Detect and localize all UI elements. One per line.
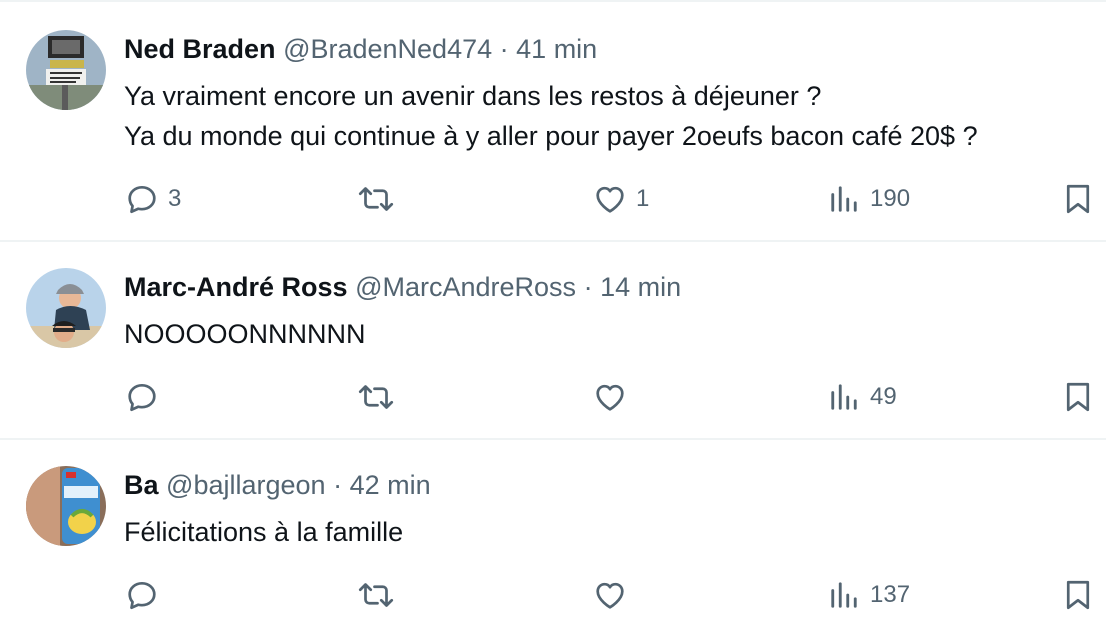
- tweet-text: NOOOOONNNNNN: [124, 314, 366, 354]
- tweet[interactable]: Ned Braden @BradenNed474 · 41 min Ya vra…: [0, 0, 1106, 240]
- tweet-text-line: NOOOOONNNNNN: [124, 319, 366, 349]
- separator-dot: ·: [499, 34, 509, 64]
- tweet-text-line: Ya du monde qui continue à y aller pour …: [124, 121, 978, 151]
- reply-button[interactable]: [124, 377, 168, 417]
- author-name[interactable]: Ba: [124, 470, 159, 500]
- action-bar: 3 1 190: [0, 179, 1106, 219]
- author-handle[interactable]: @bajllargeon: [166, 470, 326, 500]
- reply-count: 3: [168, 185, 182, 212]
- reply-button[interactable]: 3: [124, 179, 181, 219]
- bookmark-button[interactable]: [1060, 377, 1096, 417]
- author-handle[interactable]: @MarcAndreRoss: [355, 272, 576, 302]
- retweet-button[interactable]: [356, 377, 404, 417]
- separator-dot: ·: [333, 470, 343, 500]
- tweet-text: Ya vraiment encore un avenir dans les re…: [124, 76, 978, 156]
- avatar[interactable]: [26, 466, 106, 546]
- avatar-photo-image: [26, 466, 106, 546]
- reply-feed: Ned Braden @BradenNed474 · 41 min Ya vra…: [0, 0, 1106, 638]
- author-handle[interactable]: @BradenNed474: [283, 34, 492, 64]
- view-count: 190: [870, 185, 911, 212]
- separator-dot: ·: [583, 272, 593, 302]
- action-bar: 137: [0, 575, 1106, 615]
- tweet-header: Ba @bajllargeon · 42 min: [124, 468, 431, 502]
- author-name[interactable]: Marc-André Ross: [124, 272, 348, 302]
- tweet-header: Ned Braden @BradenNed474 · 41 min: [124, 32, 597, 66]
- bookmark-icon: [1066, 184, 1090, 214]
- bookmark-icon: [1066, 580, 1090, 610]
- heart-icon: [596, 186, 624, 213]
- tweet-text: Félicitations à la famille: [124, 512, 403, 552]
- like-count: 1: [636, 185, 650, 212]
- views-button[interactable]: 49: [826, 377, 897, 417]
- views-icon: [831, 384, 857, 410]
- avatar-sign-image: [26, 30, 106, 110]
- view-count: 137: [870, 581, 911, 608]
- bookmark-button[interactable]: [1060, 179, 1096, 219]
- tweet-text-line: Ya vraiment encore un avenir dans les re…: [124, 81, 822, 111]
- timestamp[interactable]: 14 min: [600, 272, 681, 302]
- view-count: 49: [870, 383, 897, 410]
- retweet-button[interactable]: [356, 575, 404, 615]
- tweet[interactable]: Ba @bajllargeon · 42 min Félicitations à…: [0, 438, 1106, 638]
- retweet-button[interactable]: [356, 179, 404, 219]
- retweet-icon: [358, 187, 394, 211]
- bookmark-icon: [1066, 382, 1090, 412]
- timestamp[interactable]: 42 min: [350, 470, 431, 500]
- views-button[interactable]: 190: [826, 179, 910, 219]
- avatar-photo-image: [26, 268, 106, 348]
- like-button[interactable]: [592, 377, 636, 417]
- author-name[interactable]: Ned Braden: [124, 34, 276, 64]
- reply-icon: [128, 383, 156, 412]
- action-bar: 49: [0, 377, 1106, 417]
- views-icon: [831, 582, 857, 608]
- timestamp[interactable]: 41 min: [516, 34, 597, 64]
- bookmark-button[interactable]: [1060, 575, 1096, 615]
- heart-icon: [596, 582, 624, 609]
- heart-icon: [596, 384, 624, 411]
- views-icon: [831, 186, 857, 212]
- retweet-icon: [358, 583, 394, 607]
- reply-icon: [128, 185, 156, 214]
- views-button[interactable]: 137: [826, 575, 910, 615]
- like-button[interactable]: [592, 575, 636, 615]
- tweet-text-line: Félicitations à la famille: [124, 517, 404, 547]
- reply-button[interactable]: [124, 575, 168, 615]
- avatar[interactable]: [26, 30, 106, 110]
- avatar[interactable]: [26, 268, 106, 348]
- tweet-header: Marc-André Ross @MarcAndreRoss · 14 min: [124, 270, 681, 304]
- tweet[interactable]: Marc-André Ross @MarcAndreRoss · 14 min …: [0, 240, 1106, 438]
- retweet-icon: [358, 385, 394, 409]
- like-button[interactable]: 1: [592, 179, 649, 219]
- reply-icon: [128, 581, 156, 610]
